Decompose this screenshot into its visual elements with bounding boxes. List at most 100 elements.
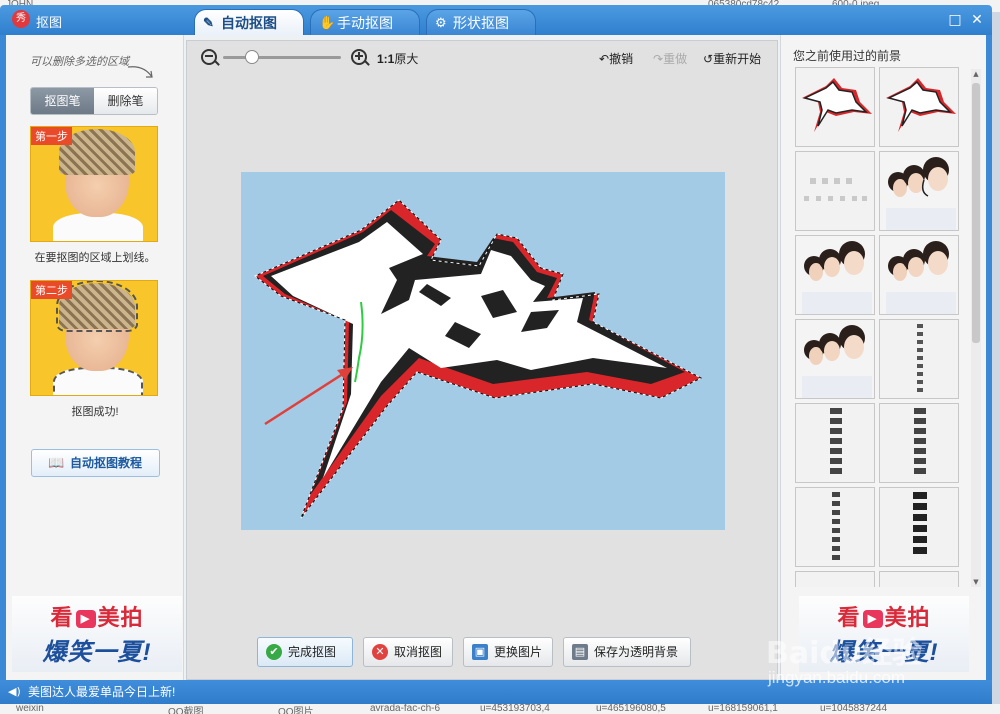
logo-thumbnail-image — [886, 78, 956, 132]
bg-file-label: u=465196080,5 — [596, 704, 666, 714]
redo-button[interactable]: ↷重做 — [653, 50, 687, 67]
logo-thumbnail-image — [802, 78, 872, 132]
history-thumbnail[interactable] — [795, 235, 875, 315]
zoom-slider[interactable] — [223, 56, 341, 59]
brush-mode-toggle: 抠图笔 删除笔 — [30, 87, 158, 115]
curved-arrow-icon — [127, 66, 153, 78]
step2-example-image: 第二步 — [30, 280, 158, 396]
save-transparent-label: 保存为透明背景 — [594, 645, 679, 659]
thumbnail-scrollbar[interactable]: ▲ ▼ — [971, 69, 981, 587]
operators-thumbnail-image — [796, 320, 874, 398]
tab-manual-cutout[interactable]: ✋ 手动抠图 — [310, 9, 420, 35]
history-thumbnail[interactable] — [879, 319, 959, 399]
zoom-slider-thumb[interactable] — [245, 50, 259, 64]
zoom-out-icon[interactable] — [201, 49, 217, 65]
tab-label: 形状抠图 — [453, 15, 509, 31]
baidu-watermark: Baidu经验 — [766, 636, 923, 671]
cutout-pen-button[interactable]: 抠图笔 — [31, 88, 94, 114]
history-thumbnail[interactable] — [879, 487, 959, 567]
calligraphy-thumbnail-image — [913, 492, 927, 554]
delete-hint: 可以删除多选的区域 — [30, 55, 129, 68]
status-text[interactable]: 美图达人最爱单品今日上新! — [28, 685, 175, 699]
image-icon: ▣ — [472, 644, 488, 660]
scrollbar-thumb[interactable] — [972, 83, 980, 343]
scroll-down-icon[interactable]: ▼ — [971, 577, 981, 587]
restart-button[interactable]: ↺重新开始 — [703, 50, 761, 67]
tab-label: 自动抠图 — [221, 15, 277, 31]
image-canvas[interactable] — [241, 172, 725, 530]
window-title: 抠图 — [36, 15, 63, 30]
action-bar: ✔ 完成抠图 ✕ 取消抠图 ▣ 更换图片 ▤ 保存为透明背景 — [187, 637, 777, 667]
bg-file-label: avrada-fac-ch-6 — [370, 704, 441, 714]
title-bar: 秀 抠图 ✎ 自动抠图 ✋ 手动抠图 ⚙ 形状抠图 □ ✕ — [0, 5, 992, 35]
history-thumbnail[interactable] — [795, 319, 875, 399]
eraser-pen-button[interactable]: 删除笔 — [94, 88, 157, 114]
redo-icon: ↷ — [653, 52, 664, 66]
operators-thumbnail-image — [796, 236, 874, 314]
check-icon: ✔ — [266, 644, 282, 660]
history-thumbnail-grid — [795, 67, 961, 587]
bg-file-label: weixin — [16, 704, 44, 714]
undo-button[interactable]: ↶撤销 — [599, 50, 633, 67]
bg-file-label: u=453193703,4 — [480, 704, 550, 714]
history-thumbnail[interactable] — [795, 487, 875, 567]
ad-line1: 看 ▶ 美拍 — [50, 605, 144, 630]
maximize-button[interactable]: □ — [946, 12, 964, 28]
step2-badge: 第二步 — [31, 281, 72, 299]
app-window: JOHN 065380cd78c42 600-0.jpeg weixin QQ截… — [0, 0, 1000, 714]
operators-thumbnail-image — [880, 152, 958, 230]
step1-example-image: 第一步 — [30, 126, 158, 242]
calligraphy-thumbnail-image — [914, 408, 926, 474]
calligraphy-thumbnail-image — [917, 324, 923, 392]
finish-cutout-button[interactable]: ✔ 完成抠图 — [257, 637, 353, 667]
history-thumbnail[interactable] — [795, 151, 875, 231]
history-thumbnail[interactable] — [795, 571, 875, 587]
left-panel: 可以删除多选的区域 抠图笔 删除笔 第一步 在要抠图的区域上划线。 第二步 抠图… — [6, 35, 184, 680]
close-button[interactable]: ✕ — [968, 12, 986, 28]
history-thumbnail[interactable] — [879, 403, 959, 483]
bg-file-label: u=1045837244 — [820, 704, 888, 714]
cancel-cutout-button[interactable]: ✕ 取消抠图 — [363, 637, 453, 667]
tab-label: 手动抠图 — [337, 15, 393, 31]
left-ad-banner[interactable]: 看 ▶ 美拍 爆笑一夏! — [12, 596, 182, 672]
bg-file-label: QQ图片 — [278, 707, 314, 714]
tab-auto-cutout[interactable]: ✎ 自动抠图 — [194, 9, 304, 35]
history-thumbnail[interactable] — [879, 151, 959, 231]
scroll-up-icon[interactable]: ▲ — [971, 69, 981, 79]
book-icon: 📖 — [48, 455, 65, 470]
history-thumbnail[interactable] — [795, 67, 875, 147]
brush-icon: ✎ — [203, 15, 214, 30]
ad-line2: 爆笑一夏! — [42, 639, 152, 666]
step2-caption: 抠图成功! — [71, 406, 119, 418]
tab-shape-cutout[interactable]: ⚙ 形状抠图 — [426, 9, 536, 35]
cancel-label: 取消抠图 — [394, 645, 443, 659]
tutorial-button[interactable]: 📖 自动抠图教程 — [31, 449, 160, 477]
background-file-strip-bottom: weixin QQ截图 QQ图片 avrada-fac-ch-6 u=45319… — [0, 704, 1000, 714]
history-thumbnail[interactable] — [879, 235, 959, 315]
right-panel: 您之前使用过的前景 ▲ ▼ 看 ▶ 美拍 爆笑一夏! — [780, 35, 986, 680]
logo-image — [254, 199, 703, 519]
canvas-toolbar: 1:1原大 ↶撤销 ↷重做 ↺重新开始 — [187, 41, 777, 75]
history-thumbnail[interactable] — [795, 403, 875, 483]
save-transparent-button[interactable]: ▤ 保存为透明背景 — [563, 637, 691, 667]
history-thumbnail[interactable] — [879, 571, 959, 587]
baby-shirt — [53, 367, 143, 395]
baidu-watermark-url: jingyan.baidu.com — [768, 668, 906, 687]
cancel-icon: ✕ — [372, 644, 388, 660]
app-logo-icon: 秀 — [12, 10, 30, 28]
calligraphy-thumbnail-image — [830, 408, 842, 474]
actual-size-button[interactable]: 1:1原大 — [377, 50, 418, 67]
restart-icon: ↺ — [703, 52, 714, 66]
zoom-in-icon[interactable] — [351, 49, 367, 65]
step1-caption: 在要抠图的区域上划线。 — [34, 252, 156, 264]
undo-icon: ↶ — [599, 52, 610, 66]
history-title: 您之前使用过的前景 — [793, 49, 902, 63]
history-thumbnail[interactable] — [879, 67, 959, 147]
gear-icon: ⚙ — [435, 15, 447, 30]
bg-file-label: QQ截图 — [168, 707, 204, 714]
baby-shirt — [53, 213, 143, 241]
operators-thumbnail-image — [880, 236, 958, 314]
step1-badge: 第一步 — [31, 127, 72, 145]
change-image-button[interactable]: ▣ 更换图片 — [463, 637, 553, 667]
tutorial-label: 自动抠图教程 — [70, 456, 143, 470]
